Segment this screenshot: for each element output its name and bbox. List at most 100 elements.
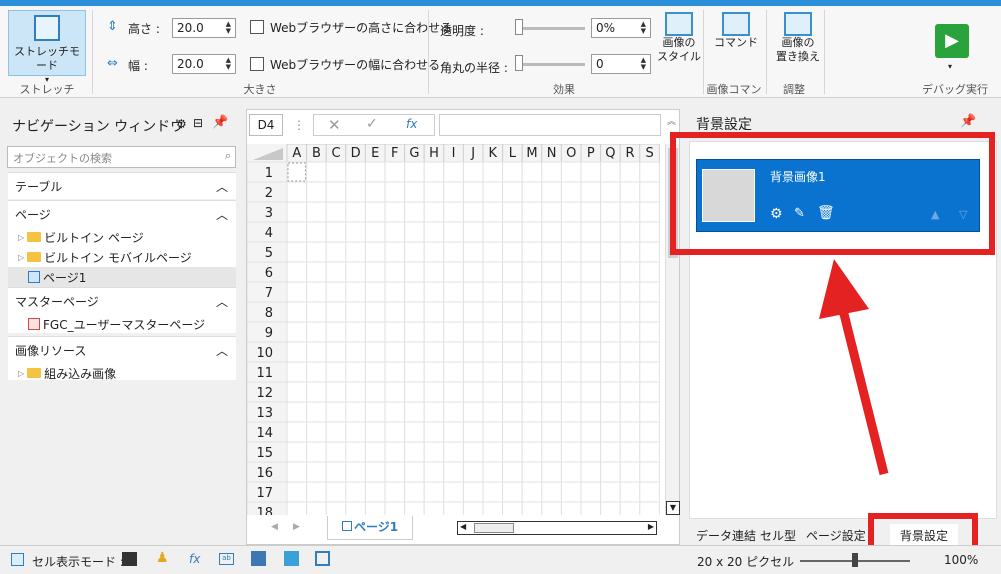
column-header[interactable]: A	[292, 146, 301, 161]
opacity-spinner[interactable]: 0% ▲ ▼	[591, 18, 651, 38]
chevron-up-icon[interactable]: ︿	[216, 178, 228, 195]
row-header[interactable]: 12	[256, 386, 273, 401]
row-header[interactable]: 4	[265, 226, 273, 241]
row-header[interactable]: 2	[265, 186, 273, 201]
column-header[interactable]: R	[625, 146, 634, 161]
width-spinner[interactable]: 20.0 ▲ ▼	[172, 54, 236, 74]
stretch-mode-button[interactable]: ストレッチモード ▾	[8, 10, 86, 84]
tree-item-embedded-images[interactable]: ▷ 組み込み画像	[8, 363, 236, 383]
column-header[interactable]: I	[452, 146, 456, 161]
row-header[interactable]: 9	[265, 326, 273, 341]
fit-width-label[interactable]: Webブラウザーの幅に合わせる	[270, 56, 440, 73]
radius-spinner[interactable]: 0 ▲ ▼	[591, 54, 651, 74]
expand-icon[interactable]: ▷	[18, 253, 24, 262]
function-icon[interactable]: fx	[406, 117, 417, 131]
row-header[interactable]: 3	[265, 206, 273, 221]
label-icon[interactable]: ab	[219, 553, 234, 565]
row-header[interactable]: 7	[265, 286, 273, 301]
debug-run-button[interactable]: ▶	[935, 24, 969, 58]
row-header[interactable]: 13	[256, 406, 273, 421]
tree-item-builtin-page[interactable]: ▷ ビルトイン ページ	[8, 227, 236, 247]
column-header[interactable]: D	[351, 146, 361, 161]
chevron-up-icon[interactable]: ︿	[216, 293, 228, 310]
fit-height-checkbox[interactable]	[250, 20, 264, 34]
scroll-left-icon[interactable]: ◀	[460, 522, 466, 531]
column-header[interactable]: F	[391, 146, 398, 161]
user-icon[interactable]: ♟	[156, 550, 169, 566]
column-header[interactable]: L	[509, 146, 517, 161]
tree-item-builtin-mobile[interactable]: ▷ ビルトイン モバイルページ	[8, 247, 236, 267]
formula-menu-icon[interactable]: ⋮	[293, 118, 305, 132]
fit-height-label[interactable]: Webブラウザーの高さに合わせる	[270, 19, 452, 36]
cell-reference-box[interactable]: D4	[249, 114, 283, 136]
scroll-down-icon[interactable]: ▼	[666, 501, 680, 515]
tab-cell-type[interactable]: セル型	[760, 527, 796, 544]
tree-item-fgc-master[interactable]: FGC_ユーザーマスターページ	[8, 314, 236, 334]
chevron-up-icon[interactable]: ︿	[216, 342, 228, 359]
chevron-up-icon[interactable]: ︿	[216, 206, 228, 223]
column-header[interactable]: J	[470, 146, 475, 161]
height-spinner[interactable]: 20.0 ▲ ▼	[172, 18, 236, 38]
column-header[interactable]: B	[312, 146, 321, 161]
tab-page-settings[interactable]: ページ設定	[806, 527, 870, 544]
data-icon[interactable]	[251, 551, 266, 566]
search-box[interactable]: オブジェクトの検索 ⌕	[7, 146, 236, 168]
fit-width-checkbox[interactable]	[250, 57, 264, 71]
column-header[interactable]: M	[526, 146, 537, 161]
row-header[interactable]: 6	[265, 266, 273, 281]
column-header[interactable]: G	[409, 146, 419, 161]
expand-icon[interactable]: ▷	[18, 233, 24, 242]
expand-icon[interactable]: ▷	[18, 369, 24, 378]
command-button[interactable]: コマンド	[710, 12, 762, 50]
horizontal-scrollbar[interactable]: ◀ ▶	[457, 521, 657, 535]
radius-slider-thumb[interactable]	[515, 55, 523, 71]
column-header[interactable]: Q	[605, 146, 615, 161]
opacity-slider-thumb[interactable]	[515, 19, 523, 35]
row-header[interactable]: 14	[256, 426, 273, 441]
row-header[interactable]: 8	[265, 306, 273, 321]
layout-icon[interactable]	[315, 551, 330, 566]
formula-input[interactable]	[439, 114, 661, 136]
collapse-icon[interactable]: ⊟	[193, 116, 203, 130]
row-header[interactable]: 5	[265, 246, 273, 261]
tab-data-binding[interactable]: データ連結	[696, 527, 756, 544]
scroll-right-icon[interactable]: ▶	[648, 522, 654, 531]
pin-icon[interactable]: 📌	[960, 114, 976, 129]
tree-item-page1[interactable]: ページ1	[8, 267, 236, 287]
zoom-slider-thumb[interactable]	[852, 553, 858, 567]
row-header[interactable]: 1	[265, 166, 273, 181]
row-header[interactable]: 17	[256, 486, 273, 501]
image-style-button[interactable]: 画像の スタイル	[656, 12, 702, 64]
image-icon[interactable]	[284, 551, 299, 566]
row-header[interactable]: 10	[256, 346, 273, 361]
column-header[interactable]: P	[587, 146, 595, 161]
replace-image-button[interactable]: 画像の 置き換え	[772, 12, 824, 64]
row-header[interactable]: 16	[256, 466, 273, 481]
pin-icon[interactable]: 📌	[212, 115, 228, 130]
column-header[interactable]: C	[331, 146, 340, 161]
tab-next-icon[interactable]: ▶	[293, 522, 300, 532]
spreadsheet-grid[interactable]: A B C D E F G H I J K L M N O P Q R S 1 2 3 4 5 6 7 8 9 10 11 12 13 14 15…	[247, 144, 663, 515]
column-header[interactable]: S	[645, 146, 653, 161]
h-scrollbar-thumb[interactable]	[474, 523, 514, 533]
console-icon[interactable]	[122, 552, 137, 566]
column-header[interactable]: H	[429, 146, 439, 161]
check-icon[interactable]: ✓	[366, 116, 378, 132]
row-header[interactable]: 15	[256, 446, 273, 461]
row-header[interactable]: 11	[256, 366, 273, 381]
radius-slider[interactable]	[515, 63, 585, 66]
column-header[interactable]: K	[489, 146, 498, 161]
opacity-slider[interactable]	[515, 27, 585, 30]
row-header[interactable]: 18	[256, 506, 273, 515]
column-header[interactable]: O	[566, 146, 576, 161]
expand-formula-icon[interactable]: ︽	[667, 114, 676, 127]
function-icon[interactable]: fx	[189, 552, 200, 566]
tab-prev-icon[interactable]: ◀	[271, 522, 278, 532]
page-tab[interactable]: ページ1	[327, 516, 413, 540]
cancel-icon[interactable]: ✕	[328, 116, 341, 134]
debug-dropdown-icon[interactable]: ▾	[948, 62, 952, 71]
column-header[interactable]: N	[547, 146, 557, 161]
column-header[interactable]: E	[371, 146, 379, 161]
gear-icon[interactable]: ⚙	[176, 117, 187, 131]
table-section[interactable]: テーブル ︿	[8, 172, 236, 199]
